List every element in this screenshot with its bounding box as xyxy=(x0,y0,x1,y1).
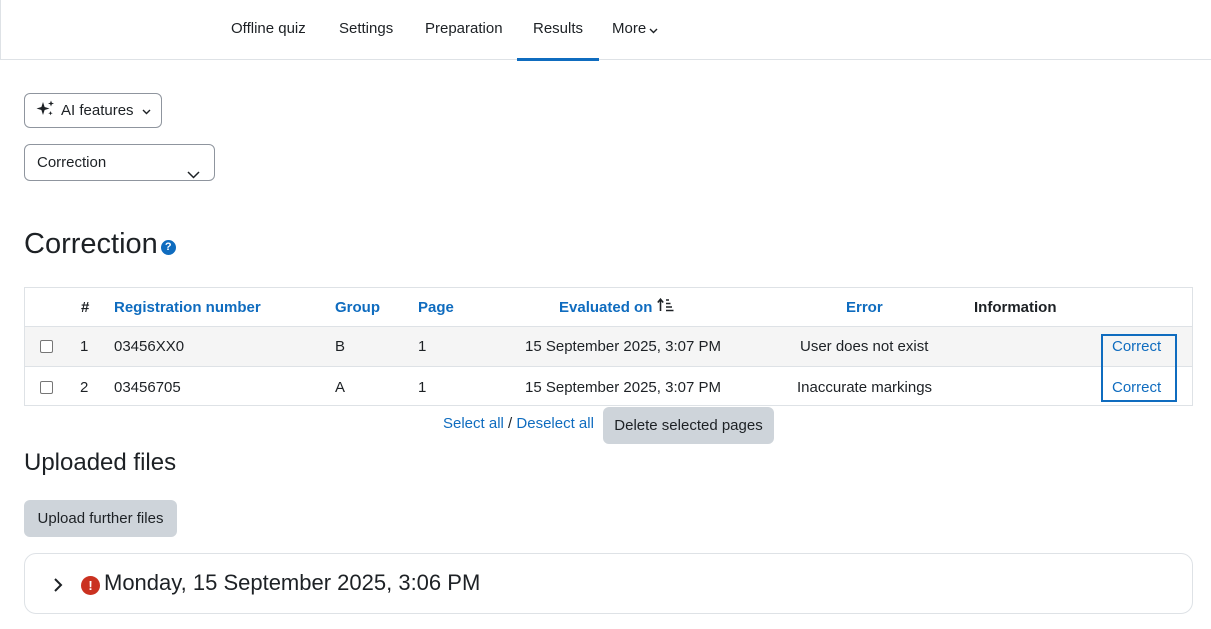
selection-separator: / xyxy=(508,415,513,432)
chevron-down-icon xyxy=(187,157,200,192)
mode-select[interactable]: Correction xyxy=(24,144,215,181)
nav-left-border xyxy=(0,0,1,60)
correction-heading: Correction xyxy=(24,228,158,260)
col-page[interactable]: Page xyxy=(418,288,454,326)
cell-error: Inaccurate markings xyxy=(797,378,933,396)
error-icon: ! xyxy=(81,576,100,595)
table-row: 2 03456705 A 1 15 September 2025, 3:07 P… xyxy=(25,367,1192,407)
sparkles-icon xyxy=(36,100,55,121)
col-evaluated-on[interactable]: Evaluated on xyxy=(559,288,674,326)
correction-table: # Registration number Group Page Evaluat… xyxy=(24,287,1193,406)
cell-error: User does not exist xyxy=(800,338,929,355)
col-registration-number[interactable]: Registration number xyxy=(114,288,261,326)
table-header: # Registration number Group Page Evaluat… xyxy=(25,288,1192,327)
col-information: Information xyxy=(974,298,1057,316)
select-all-link[interactable]: Select all xyxy=(443,415,504,432)
tab-preparation[interactable]: Preparation xyxy=(425,0,503,60)
correct-link[interactable]: Correct xyxy=(1112,367,1161,407)
chevron-down-icon xyxy=(649,1,658,58)
secondary-navigation: Offline quiz Settings Preparation Result… xyxy=(0,0,1211,61)
chevron-down-icon xyxy=(142,102,151,119)
col-error[interactable]: Error xyxy=(846,288,883,326)
ai-features-button[interactable]: AI features xyxy=(24,93,162,128)
tab-more-label: More xyxy=(612,20,647,37)
col-evaluated-on-label: Evaluated on xyxy=(559,298,653,316)
cell-registration: 03456XX0 xyxy=(114,338,185,355)
ai-features-label: AI features xyxy=(61,102,134,119)
file-entry-title: Monday, 15 September 2025, 3:06 PM xyxy=(104,570,481,595)
cell-page: 1 xyxy=(418,338,427,355)
chevron-right-icon[interactable] xyxy=(53,577,63,598)
tab-settings[interactable]: Settings xyxy=(339,0,393,60)
uploaded-file-entry[interactable]: ! Monday, 15 September 2025, 3:06 PM xyxy=(24,553,1193,614)
cell-evaluated: 15 September 2025, 3:07 PM xyxy=(525,378,721,396)
col-number: # xyxy=(81,298,90,316)
selection-links: Select all / Deselect all xyxy=(443,415,594,432)
cell-page: 1 xyxy=(418,378,427,396)
tab-more[interactable]: More xyxy=(612,0,658,60)
uploaded-files-heading: Uploaded files xyxy=(24,449,177,476)
deselect-all-link[interactable]: Deselect all xyxy=(516,415,594,432)
mode-select-value: Correction xyxy=(37,154,107,171)
row-checkbox[interactable] xyxy=(40,367,53,407)
checkbox-box xyxy=(40,340,53,353)
checkbox-box xyxy=(40,380,53,394)
sort-ascending-icon xyxy=(657,297,674,316)
cell-evaluated: 15 September 2025, 3:07 PM xyxy=(525,338,721,355)
table-row: 1 03456XX0 B 1 15 September 2025, 3:07 P… xyxy=(25,327,1192,367)
page-title: Correction ? xyxy=(24,228,176,261)
cell-number: 1 xyxy=(80,338,89,355)
row-checkbox[interactable] xyxy=(40,327,53,366)
col-group[interactable]: Group xyxy=(335,288,380,326)
delete-selected-pages-button[interactable]: Delete selected pages xyxy=(603,407,774,444)
tab-results[interactable]: Results xyxy=(516,0,600,61)
cell-group: A xyxy=(335,378,346,396)
cell-number: 2 xyxy=(80,378,89,396)
cell-group: B xyxy=(335,338,346,355)
cell-registration: 03456705 xyxy=(114,378,181,396)
help-icon[interactable]: ? xyxy=(160,240,176,255)
correct-link[interactable]: Correct xyxy=(1112,327,1161,366)
upload-further-files-button[interactable]: Upload further files xyxy=(24,500,177,537)
tab-offline-quiz[interactable]: Offline quiz xyxy=(231,0,306,60)
